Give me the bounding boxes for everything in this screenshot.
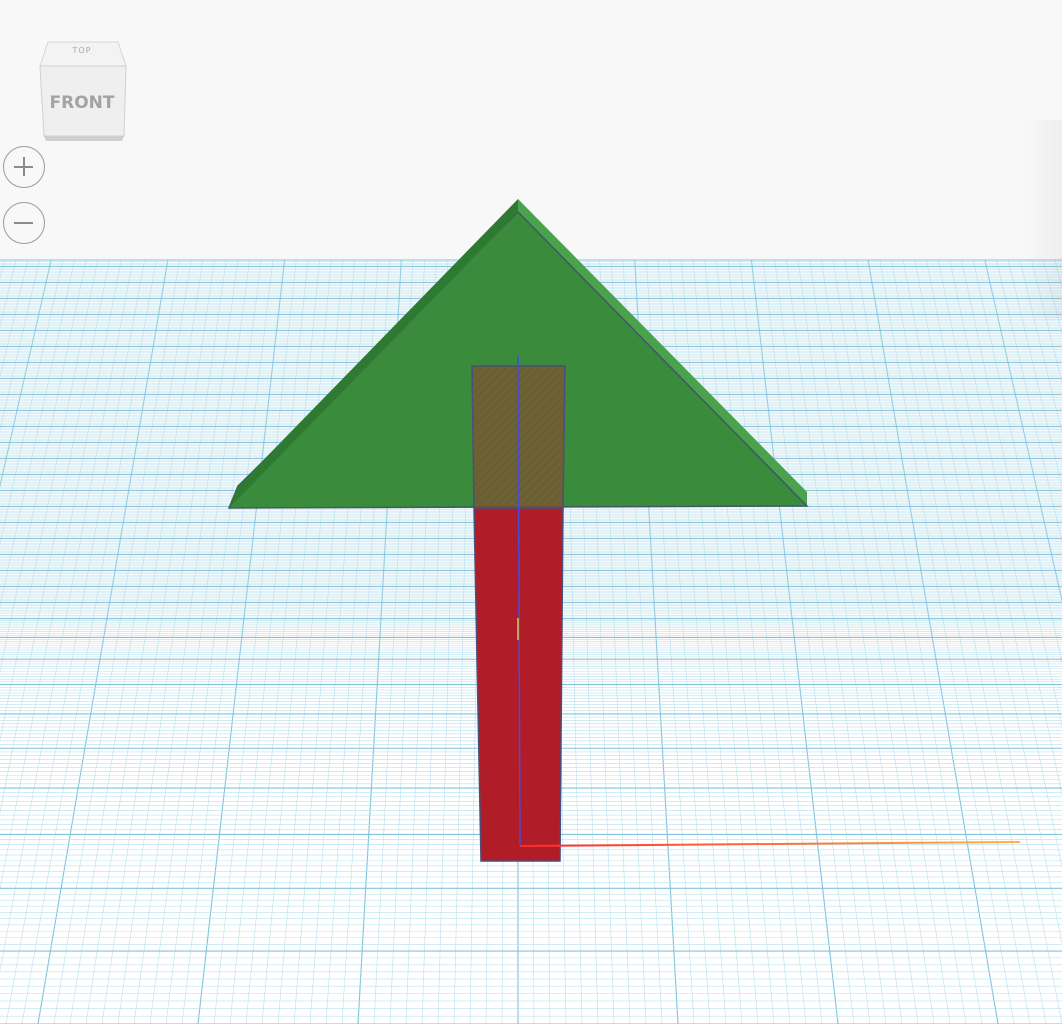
viewport-edge-shade [1022,120,1062,320]
view-cube[interactable]: TOP FRONT [38,40,128,144]
scene-canvas[interactable] [0,0,1062,1024]
zoom-in-button[interactable] [3,146,45,188]
cube-front-face[interactable]: FRONT [38,93,126,113]
cube-icon [39,41,127,141]
3d-viewport[interactable]: TOP FRONT [0,0,1062,1024]
zoom-out-button[interactable] [3,202,45,244]
cube-top-face[interactable]: TOP [38,46,126,55]
